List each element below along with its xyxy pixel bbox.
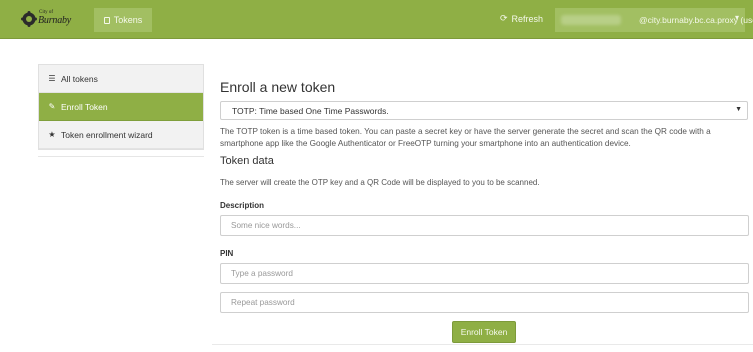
nav-tokens-label: Tokens xyxy=(113,15,143,25)
pin-input[interactable]: Type a password xyxy=(220,263,749,284)
edit-icon: ✎ xyxy=(48,102,56,111)
user-menu[interactable]: @city.burnaby.bc.ca.proxy (user) ▾ xyxy=(555,8,753,32)
enroll-token-button[interactable]: Enroll Token xyxy=(452,321,516,343)
sidebar-item-enroll-token[interactable]: ✎ Enroll Token xyxy=(39,93,203,121)
token-data-info: The server will create the OTP key and a… xyxy=(220,178,540,187)
redacted-username xyxy=(561,15,621,25)
refresh-icon: ⟳ xyxy=(500,13,508,23)
select-arrow-icon: ▼ xyxy=(735,106,742,113)
refresh-button[interactable]: ⟳ Refresh xyxy=(500,13,543,24)
pin-repeat-input[interactable]: Repeat password xyxy=(220,292,749,313)
sidebar-item-all-tokens[interactable]: ☰ All tokens xyxy=(39,65,203,93)
description-placeholder: Some nice words... xyxy=(231,221,301,230)
sidebar-item-token-enrollment-wizard[interactable]: ★ Token enrollment wizard xyxy=(39,121,203,149)
page-title: Enroll a new token xyxy=(220,79,336,95)
token-icon xyxy=(103,16,110,24)
chevron-down-icon: ▾ xyxy=(735,13,740,22)
token-data-heading: Token data xyxy=(220,155,274,167)
sidebar-divider xyxy=(38,156,204,157)
logo-burnaby: Burnaby xyxy=(38,15,72,26)
footer-divider xyxy=(212,344,753,345)
sidebar: ☰ All tokens ✎ Enroll Token ★ Token enro… xyxy=(38,64,204,150)
refresh-label: Refresh xyxy=(511,13,544,24)
pin-placeholder: Type a password xyxy=(231,269,293,278)
token-description-text: The TOTP token is a time based token. Yo… xyxy=(220,127,711,148)
description-input[interactable]: Some nice words... xyxy=(220,215,749,236)
top-navbar: City of Burnaby Tokens ⟳ Refresh @city.b… xyxy=(0,0,753,39)
star-icon: ★ xyxy=(48,130,56,139)
gear-logo-icon xyxy=(21,11,37,27)
sidebar-item-label: Enroll Token xyxy=(61,101,108,112)
list-icon: ☰ xyxy=(48,74,56,83)
description-label: Description xyxy=(220,201,265,210)
burnaby-logo[interactable]: City of Burnaby xyxy=(21,9,79,29)
token-type-value: TOTP: Time based One Time Passwords. xyxy=(232,105,389,116)
sidebar-item-label: Token enrollment wizard xyxy=(61,129,153,140)
pin-label: PIN xyxy=(220,249,234,258)
nav-tokens-tab[interactable]: Tokens xyxy=(94,8,152,32)
sidebar-item-label: All tokens xyxy=(61,73,98,84)
token-type-select[interactable]: TOTP: Time based One Time Passwords. ▼ xyxy=(220,101,748,120)
pin-repeat-placeholder: Repeat password xyxy=(231,298,295,307)
